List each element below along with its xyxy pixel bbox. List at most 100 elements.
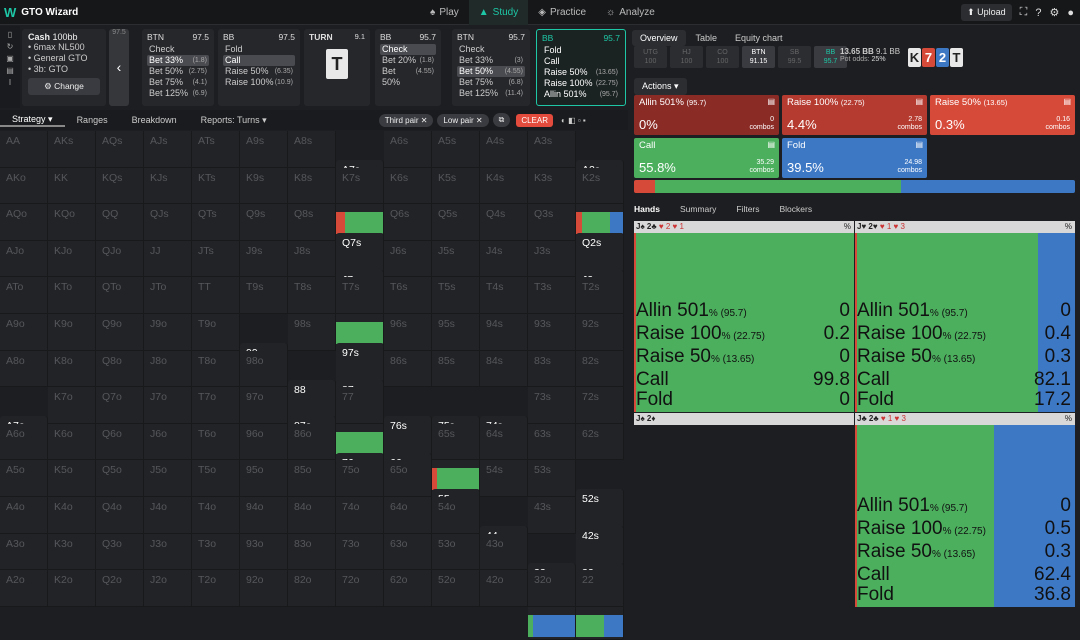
tab-table[interactable]: Table	[688, 30, 726, 46]
hand-cell[interactable]: T5s	[432, 277, 480, 314]
hand-cell[interactable]: Q8s	[288, 204, 336, 241]
hand-cell[interactable]: KTo	[48, 277, 96, 314]
bookmark-icon[interactable]: ▯	[8, 30, 12, 39]
hand-cell[interactable]: K8s	[288, 167, 336, 205]
hand-cell[interactable]: 94s	[480, 313, 528, 351]
hand-cell[interactable]: KJs	[144, 167, 192, 205]
hand-cell[interactable]: KQo	[48, 204, 96, 241]
hand-cell[interactable]: 73s	[528, 387, 576, 424]
hand-cell[interactable]: 86o	[288, 423, 336, 461]
node-action[interactable]: Bet 20% (1.8)	[380, 55, 436, 66]
hand-cell[interactable]: T4o	[192, 496, 240, 534]
hand-cell[interactable]: 72s	[576, 387, 624, 424]
hand-cell[interactable]: A6s	[384, 131, 432, 168]
hand-cell[interactable]: A9s	[240, 131, 288, 168]
hand-cell[interactable]: 52o	[432, 570, 480, 607]
node-action[interactable]: Bet 50% (4.55)	[457, 66, 525, 77]
expand-icon[interactable]: ▤	[915, 97, 923, 106]
hand-cell[interactable]: K7o	[48, 387, 96, 424]
hand-cell[interactable]: T2s	[576, 277, 624, 314]
filter-chip[interactable]: Low pair ✕	[437, 113, 489, 127]
node-action[interactable]: Fold	[223, 44, 295, 55]
hand-cell[interactable]: A9o	[0, 313, 48, 351]
hand-cell[interactable]: KK	[48, 167, 96, 205]
node-action[interactable]: Raise 100% (10.9)	[223, 77, 295, 88]
hand-cell[interactable]: 82s	[576, 350, 624, 388]
upload-button[interactable]: ⬆ Upload	[961, 4, 1012, 21]
hand-cell[interactable]: K4o	[48, 496, 96, 534]
hand-cell[interactable]: AJs	[144, 131, 192, 168]
hand-cell[interactable]: T4s	[480, 277, 528, 314]
hand-cell[interactable]: 43o	[480, 533, 528, 571]
hand-cell[interactable]: K6s	[384, 167, 432, 205]
tab-reports[interactable]: Reports: Turns ▾	[189, 115, 279, 126]
hand-cell[interactable]: QJs	[144, 204, 192, 241]
hand-cell[interactable]: J5o	[144, 460, 192, 497]
hand-cell[interactable]: J4o	[144, 496, 192, 534]
hand-cell[interactable]: J7o	[144, 387, 192, 424]
subtab-filters[interactable]: Filters	[736, 204, 759, 214]
hand-cell[interactable]: TT	[192, 277, 240, 314]
action-node[interactable]: BB 95.7 Check Bet 20% (1.8) Bet 50% (4.55)	[375, 29, 441, 106]
hand-cell[interactable]: J6o	[144, 423, 192, 461]
hand-cell[interactable]: 93s	[528, 313, 576, 351]
hand-cell[interactable]: J3o	[144, 533, 192, 571]
hand-cell[interactable]: T7s	[336, 277, 384, 314]
hand-cell[interactable]: 95o	[240, 460, 288, 497]
hand-cell[interactable]: 93o	[240, 533, 288, 571]
hand-cell[interactable]: T3s	[528, 277, 576, 314]
hand-cell[interactable]: T9o	[192, 313, 240, 351]
node-action[interactable]: Bet 50% (4.55)	[380, 66, 436, 88]
hand-cell[interactable]: 84s	[480, 350, 528, 388]
hand-cell[interactable]: T8o	[192, 350, 240, 388]
copy-icon[interactable]: ⧉	[492, 113, 511, 127]
hand-cell[interactable]: 75o	[336, 460, 384, 497]
save-icon[interactable]: ▣	[6, 54, 14, 63]
hand-cell[interactable]: KQs	[96, 167, 144, 205]
gamepad-icon[interactable]: ▤	[6, 66, 14, 75]
node-action[interactable]: Bet 75% (4.1)	[147, 77, 209, 88]
node-action[interactable]: Allin 501% (95.7)	[542, 89, 620, 100]
hand-cell[interactable]: 63o	[384, 533, 432, 571]
hand-cell[interactable]: Q2o	[96, 570, 144, 607]
hand-cell[interactable]: KJo	[48, 240, 96, 278]
hand-cell[interactable]: QJo	[96, 240, 144, 278]
node-action[interactable]: Call	[223, 55, 295, 66]
hand-cell[interactable]: Q6o	[96, 423, 144, 461]
hand-cell[interactable]: 74o	[336, 496, 384, 534]
action-node[interactable]: BTN 97.5 Check Bet 33% (1.8) Bet 50% (2.75) Bet…	[142, 29, 214, 106]
settings-gear-icon[interactable]: ⚙	[1049, 6, 1059, 19]
nav-play[interactable]: ♠ Play	[420, 0, 469, 25]
hand-cell[interactable]: Q4o	[96, 496, 144, 534]
hand-cell[interactable]: Q9o	[96, 313, 144, 351]
node-action[interactable]: Check	[380, 44, 436, 55]
hand-cell[interactable]: A3o	[0, 533, 48, 571]
hand-cell[interactable]: 85o	[288, 460, 336, 497]
nav-practice[interactable]: ◈ Practice	[528, 0, 596, 25]
hand-cell[interactable]: AJo	[0, 240, 48, 278]
hand-cell[interactable]: A8o	[0, 350, 48, 388]
hand-cell[interactable]: A6o	[0, 423, 48, 461]
hand-cell[interactable]: JJ	[144, 240, 192, 278]
hand-cell[interactable]: K5s	[432, 167, 480, 205]
hand-cell[interactable]: K2o	[48, 570, 96, 607]
hand-cell[interactable]: A2o	[0, 570, 48, 607]
hand-cell[interactable]: 42o	[480, 570, 528, 607]
hand-combo-card[interactable]: J♠ 2♦	[634, 413, 854, 607]
hand-cell[interactable]: 53s	[528, 460, 576, 497]
hand-cell[interactable]: J2o	[144, 570, 192, 607]
clear-button[interactable]: CLEAR	[516, 113, 554, 127]
hand-cell[interactable]: J5s	[432, 240, 480, 278]
hand-cell[interactable]: 64o	[384, 496, 432, 534]
action-node[interactable]: BB 97.5 Fold Call Raise 50% (6.35) Raise 100%(…	[218, 29, 300, 106]
hand-cell[interactable]: K5o	[48, 460, 96, 497]
hand-cell[interactable]: 54s	[480, 460, 528, 497]
hand-cell[interactable]: K6o	[48, 423, 96, 461]
tab-breakdown[interactable]: Breakdown	[120, 115, 189, 125]
hand-cell[interactable]: 85s	[432, 350, 480, 388]
hand-cell[interactable]: A4o	[0, 496, 48, 534]
node-action[interactable]: Bet 125% (11.4)	[457, 88, 525, 99]
hand-cell[interactable]: 98o	[240, 350, 288, 388]
tab-ranges[interactable]: Ranges	[65, 115, 120, 125]
expand-icon[interactable]: ▤	[915, 140, 923, 149]
